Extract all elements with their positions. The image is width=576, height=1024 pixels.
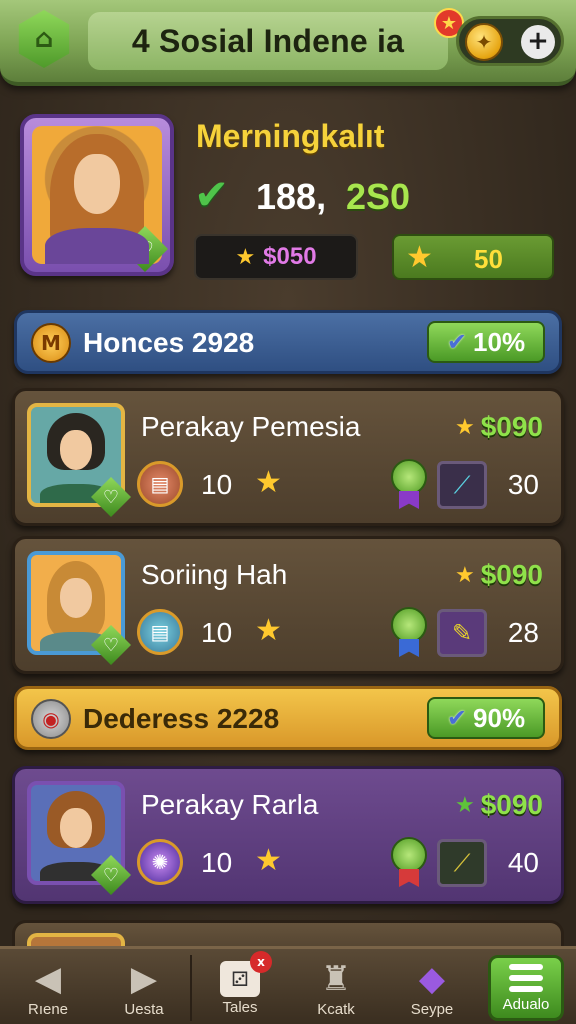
- top-bar: ⌂ 4 Sosial Indene ia ★ ✦ +: [0, 0, 576, 86]
- check-icon: ✔: [446, 328, 468, 356]
- section-progress-badge: ✔ 90%: [427, 697, 545, 739]
- premium-currency-value: $050: [263, 243, 317, 270]
- character-level: 28: [507, 617, 539, 648]
- star-icon: ★: [454, 792, 475, 818]
- home-button[interactable]: ⌂: [18, 10, 70, 68]
- item-count: 10: [201, 847, 233, 878]
- cake-item-icon[interactable]: ▤: [137, 461, 183, 507]
- nav-label: Kcatk: [317, 1001, 355, 1018]
- star-icon: ★: [255, 613, 282, 648]
- profile-name: Merningkalıt: [196, 118, 385, 154]
- menu-icon: [509, 964, 543, 992]
- profile-portrait: [32, 126, 162, 264]
- orb-item-icon[interactable]: ✺: [137, 839, 183, 885]
- nav-person[interactable]: ♜ Kcatk: [288, 949, 384, 1024]
- character-card[interactable]: ♡ Perakay Rarla ★ $090 ✺ 10 ★ ⟋ 40: [12, 766, 564, 904]
- nav-tales[interactable]: ⚂ x Tales: [192, 949, 288, 1024]
- section-progress-badge: ✔ 10%: [427, 321, 545, 363]
- character-card[interactable]: ♡ Perakay Pemesia ★ $090 ▤ 10 ★ ⟋ 30: [12, 388, 564, 526]
- gem-icon: ◆: [418, 959, 446, 999]
- book-stack-item-icon[interactable]: ▤: [137, 609, 183, 655]
- premium-currency-pill[interactable]: ★ $050: [194, 234, 358, 280]
- section-banner-dederess[interactable]: ◉ Dederess 2228 ✔ 90%: [14, 686, 562, 750]
- medal-icon: [389, 607, 429, 659]
- character-price: ★ $090: [455, 411, 543, 443]
- pencil-item-icon[interactable]: ✎: [437, 609, 487, 657]
- nav-gem[interactable]: ◆ Seype: [384, 949, 480, 1024]
- star-icon: ★: [406, 240, 433, 275]
- character-level: 30: [507, 469, 539, 500]
- nav-label: Adualo: [502, 996, 550, 1013]
- item-count: 10: [201, 617, 233, 648]
- back-arrow-icon: ◀: [34, 959, 62, 999]
- crown-emblem-icon: M: [31, 323, 71, 363]
- person-icon: ♜: [320, 959, 352, 999]
- star-icon: ★: [235, 244, 256, 270]
- character-name: Perakay Rarla: [141, 789, 319, 820]
- medal-icon: [389, 837, 429, 889]
- check-icon: ✔: [194, 170, 230, 219]
- character-name: Soriing Hah: [141, 559, 288, 590]
- character-card[interactable]: ♡ Soriing Hah ★ $090 ▤ 10 ★ ✎ 28: [12, 536, 564, 674]
- add-coins-button[interactable]: +: [521, 25, 555, 59]
- section-percent: 10%: [473, 326, 526, 357]
- character-level: 40: [507, 847, 539, 878]
- price-value: $090: [480, 411, 543, 442]
- nav-menu[interactable]: Adualo: [488, 955, 564, 1021]
- price-value: $090: [480, 789, 543, 820]
- star-icon: ★: [454, 414, 475, 440]
- price-value: $090: [480, 559, 543, 590]
- section-banner-honces[interactable]: M Honces 2928 ✔ 10%: [14, 310, 562, 374]
- notification-badge: x: [250, 951, 272, 973]
- tool-item-icon[interactable]: ⟋: [437, 461, 487, 509]
- forward-arrow-icon: ▶: [130, 959, 158, 999]
- nav-label: Seype: [410, 1001, 454, 1018]
- section-label: Dederess 2228: [83, 703, 280, 734]
- character-name: Perakay Pemesia: [141, 411, 361, 442]
- star-icon: ★: [255, 843, 282, 878]
- page-title: 4 Sosial Indene ia: [131, 22, 405, 59]
- character-price: ★ $090: [455, 559, 543, 591]
- check-icon: ✔: [446, 704, 468, 732]
- nav-back[interactable]: ◀ Rıene: [0, 949, 96, 1024]
- star-icon: ★: [255, 465, 282, 500]
- nav-forward[interactable]: ▶ Uesta: [96, 949, 192, 1024]
- nav-label: Rıene: [27, 1001, 69, 1018]
- nav-label: Tales: [222, 999, 258, 1016]
- profile-avatar-frame[interactable]: ♡: [20, 114, 174, 276]
- nav-label: Uesta: [124, 1001, 164, 1018]
- target-emblem-icon: ◉: [31, 699, 71, 739]
- coin-balance[interactable]: ✦ +: [456, 16, 564, 66]
- character-price: ★ $090: [455, 789, 543, 821]
- star-icon: ★: [454, 562, 475, 588]
- stars-pill[interactable]: ★ 50: [392, 234, 554, 280]
- coin-icon: ✦: [465, 23, 503, 61]
- section-percent: 90%: [473, 702, 526, 733]
- title-panel: 4 Sosial Indene ia: [88, 12, 448, 70]
- item-count: 10: [201, 469, 233, 500]
- stars-value: 50: [474, 244, 503, 274]
- profile-stat-secondary: 2S0: [346, 176, 411, 217]
- section-label: Honces 2928: [83, 327, 255, 358]
- profile-stat-primary: 188,: [256, 176, 327, 217]
- home-icon: ⌂: [34, 24, 54, 54]
- bat-item-icon[interactable]: ⟋: [437, 839, 487, 887]
- medal-icon: [389, 459, 429, 511]
- bottom-navigation: ◀ Rıene ▶ Uesta ⚂ x Tales ♜ Kcatk ◆ Seyp…: [0, 946, 576, 1024]
